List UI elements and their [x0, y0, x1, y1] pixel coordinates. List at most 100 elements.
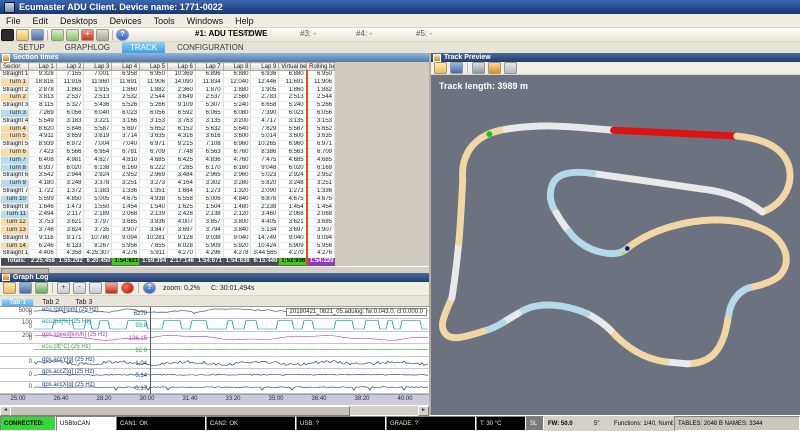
lap-time-cell[interactable]: 1:722 [28, 187, 56, 195]
lap-time-cell[interactable]: 2:783 [251, 94, 279, 102]
lap-time-cell[interactable]: 5:014 [251, 133, 279, 141]
track-tool-icon[interactable] [472, 62, 485, 74]
lap-time-cell[interactable]: 4:685 [140, 156, 168, 164]
track-flag-icon[interactable] [504, 62, 517, 74]
sector-cell[interactable]: Straight 8 [1, 203, 29, 211]
graph-help-icon[interactable]: ? [143, 282, 156, 294]
lap-time-cell[interactable]: 5:920 [223, 242, 251, 250]
lap-time-cell[interactable]: 6:065 [195, 109, 223, 117]
graph-tab-2[interactable]: Tab 2 [35, 299, 66, 306]
rolling-best-cell[interactable]: 3:635 [307, 133, 335, 141]
lap-time-cell[interactable]: 2:068 [112, 211, 140, 219]
menu-windows[interactable]: Windows [181, 16, 230, 26]
lap-time-cell[interactable]: 6:658 [251, 102, 279, 110]
lap-time-cell[interactable]: 4:007 [167, 219, 195, 227]
zoom-in-icon[interactable]: + [57, 282, 70, 294]
lap-time-cell[interactable]: 2:924 [84, 172, 112, 180]
column-header[interactable]: Lap 8 [223, 63, 251, 71]
rolling-best-cell[interactable]: 5:266 [307, 102, 335, 110]
lap-time-cell[interactable]: 6:960 [223, 141, 251, 149]
table-row[interactable]: Turn 23:8132:5372:5132:5322:5443:6492:53… [1, 94, 335, 102]
lap-time-cell[interactable]: 3:847 [140, 226, 168, 234]
lap-time-cell[interactable]: 1:550 [84, 203, 112, 211]
lap-time-cell[interactable]: 4:675 [112, 195, 140, 203]
virtual-best-cell[interactable]: 3:600 [279, 133, 307, 141]
lap-time-cell[interactable]: 3:836 [140, 219, 168, 227]
lap-time-cell[interactable]: 6:246 [28, 242, 56, 250]
lap-time-cell[interactable]: 2:944 [56, 172, 84, 180]
lap-time-cell[interactable]: 7:108 [195, 141, 223, 149]
lap-time-cell[interactable]: 6:592 [167, 109, 195, 117]
lap-time-cell[interactable]: 3:797 [84, 219, 112, 227]
sector-cell[interactable]: Turn 11 [1, 211, 29, 219]
table-row[interactable]: Straight 38:1155:3275:4365:5265:2669:109… [1, 102, 335, 110]
lap-time-cell[interactable]: 1:882 [140, 86, 168, 94]
lap-time-cell[interactable]: 18:816 [28, 78, 56, 86]
stop-icon[interactable]: + [81, 29, 94, 41]
lap-time-cell[interactable]: 2:360 [167, 86, 195, 94]
graph-tab-3[interactable]: Tab 3 [68, 299, 99, 306]
lap-time-cell[interactable]: 4:316 [167, 133, 195, 141]
lap-time-cell[interactable]: 6:566 [56, 148, 84, 156]
lap-time-cell[interactable]: 5:652 [140, 125, 168, 133]
column-header[interactable]: Lap 5 [140, 63, 168, 71]
lap-time-cell[interactable]: 3:813 [28, 94, 56, 102]
lap-time-cell[interactable]: 2:952 [112, 172, 140, 180]
lap-time-cell[interactable]: 1:860 [112, 86, 140, 94]
lap-time-cell[interactable]: 3:800 [223, 219, 251, 227]
virtual-best-cell[interactable]: 3:135 [279, 117, 307, 125]
sector-cell[interactable]: Straight 1 [1, 71, 29, 79]
lap-time-cell[interactable]: 3:280 [223, 180, 251, 188]
menu-tools[interactable]: Tools [148, 16, 181, 26]
lap-time-cell[interactable]: 3:302 [195, 180, 223, 188]
lap-time-cell[interactable]: 7:004 [84, 141, 112, 149]
lap-time-cell[interactable]: 4:25:307 [84, 250, 112, 258]
menu-edit[interactable]: Edit [27, 16, 55, 26]
device-slot-4[interactable]: #4: - [356, 29, 372, 38]
lap-time-cell[interactable]: 1:863 [56, 86, 84, 94]
lap-time-cell[interactable]: 11:860 [84, 78, 112, 86]
rolling-best-cell[interactable]: 4:675 [307, 195, 335, 203]
lap-time-cell[interactable]: 6:080 [223, 109, 251, 117]
lap-time-cell[interactable]: 4:270 [167, 250, 195, 258]
device-slot-3[interactable]: #3: - [300, 29, 316, 38]
lap-time-cell[interactable]: 3:794 [195, 226, 223, 234]
lap-time-cell[interactable]: 2:544 [140, 94, 168, 102]
virtual-best-cell[interactable]: 6:960 [279, 141, 307, 149]
table-scrollbar-thumb[interactable] [1, 268, 49, 274]
lap-time-cell[interactable]: 5:640 [223, 125, 251, 133]
column-header[interactable]: Lap 3 [84, 63, 112, 71]
lap-time-cell[interactable]: 5:909 [195, 242, 223, 250]
rolling-best-cell[interactable]: 2:068 [307, 211, 335, 219]
lap-time-cell[interactable]: 14:090 [167, 78, 195, 86]
lap-time-cell[interactable]: 1:870 [195, 86, 223, 94]
lap-time-cell[interactable]: 3:153 [140, 117, 168, 125]
record-icon[interactable] [121, 282, 134, 294]
lap-time-cell[interactable]: 4:760 [223, 156, 251, 164]
lap-time-cell[interactable]: 6:425 [167, 156, 195, 164]
table-row[interactable]: Straight 45:5493:1833:2213:1663:1533:763… [1, 117, 335, 125]
lap-time-cell[interactable]: 5:956 [112, 242, 140, 250]
lap-time-cell[interactable]: 9:171 [56, 234, 84, 242]
table-row[interactable]: Turn 48:6205:8465:5875:6975:6526:1525:63… [1, 125, 335, 133]
graph-open-icon[interactable] [3, 282, 16, 294]
lap-time-cell[interactable]: 5:240 [223, 102, 251, 110]
lap-time-cell[interactable]: 4:840 [223, 195, 251, 203]
lap-time-cell[interactable]: 5:266 [140, 102, 168, 110]
lap-time-cell[interactable]: 10:780 [84, 234, 112, 242]
lap-time-cell[interactable]: 3:273 [140, 180, 168, 188]
lap-time-cell[interactable]: 3:166 [112, 117, 140, 125]
virtual-best-cell[interactable]: 1:273 [279, 187, 307, 195]
lap-time-cell[interactable]: 6:20:450 [84, 258, 112, 266]
lap-time-cell[interactable]: 9:048 [251, 164, 279, 172]
lap-time-cell[interactable]: 5:023 [251, 172, 279, 180]
lap-time-cell[interactable]: 3:484 [167, 172, 195, 180]
lap-time-cell[interactable]: 3:378 [84, 180, 112, 188]
virtual-best-cell[interactable]: 3:248 [279, 180, 307, 188]
rolling-best-cell[interactable]: 11:906 [307, 78, 335, 86]
lap-time-cell[interactable]: 1:55:292 [56, 258, 84, 266]
table-row[interactable]: Turn 76:4084:9814:8274:8104:6856:4254:83… [1, 156, 335, 164]
sector-cell[interactable]: Straight 10 [1, 250, 29, 258]
lap-time-cell[interactable]: 1:504 [195, 203, 223, 211]
lap-time-cell[interactable]: 3:221 [84, 117, 112, 125]
